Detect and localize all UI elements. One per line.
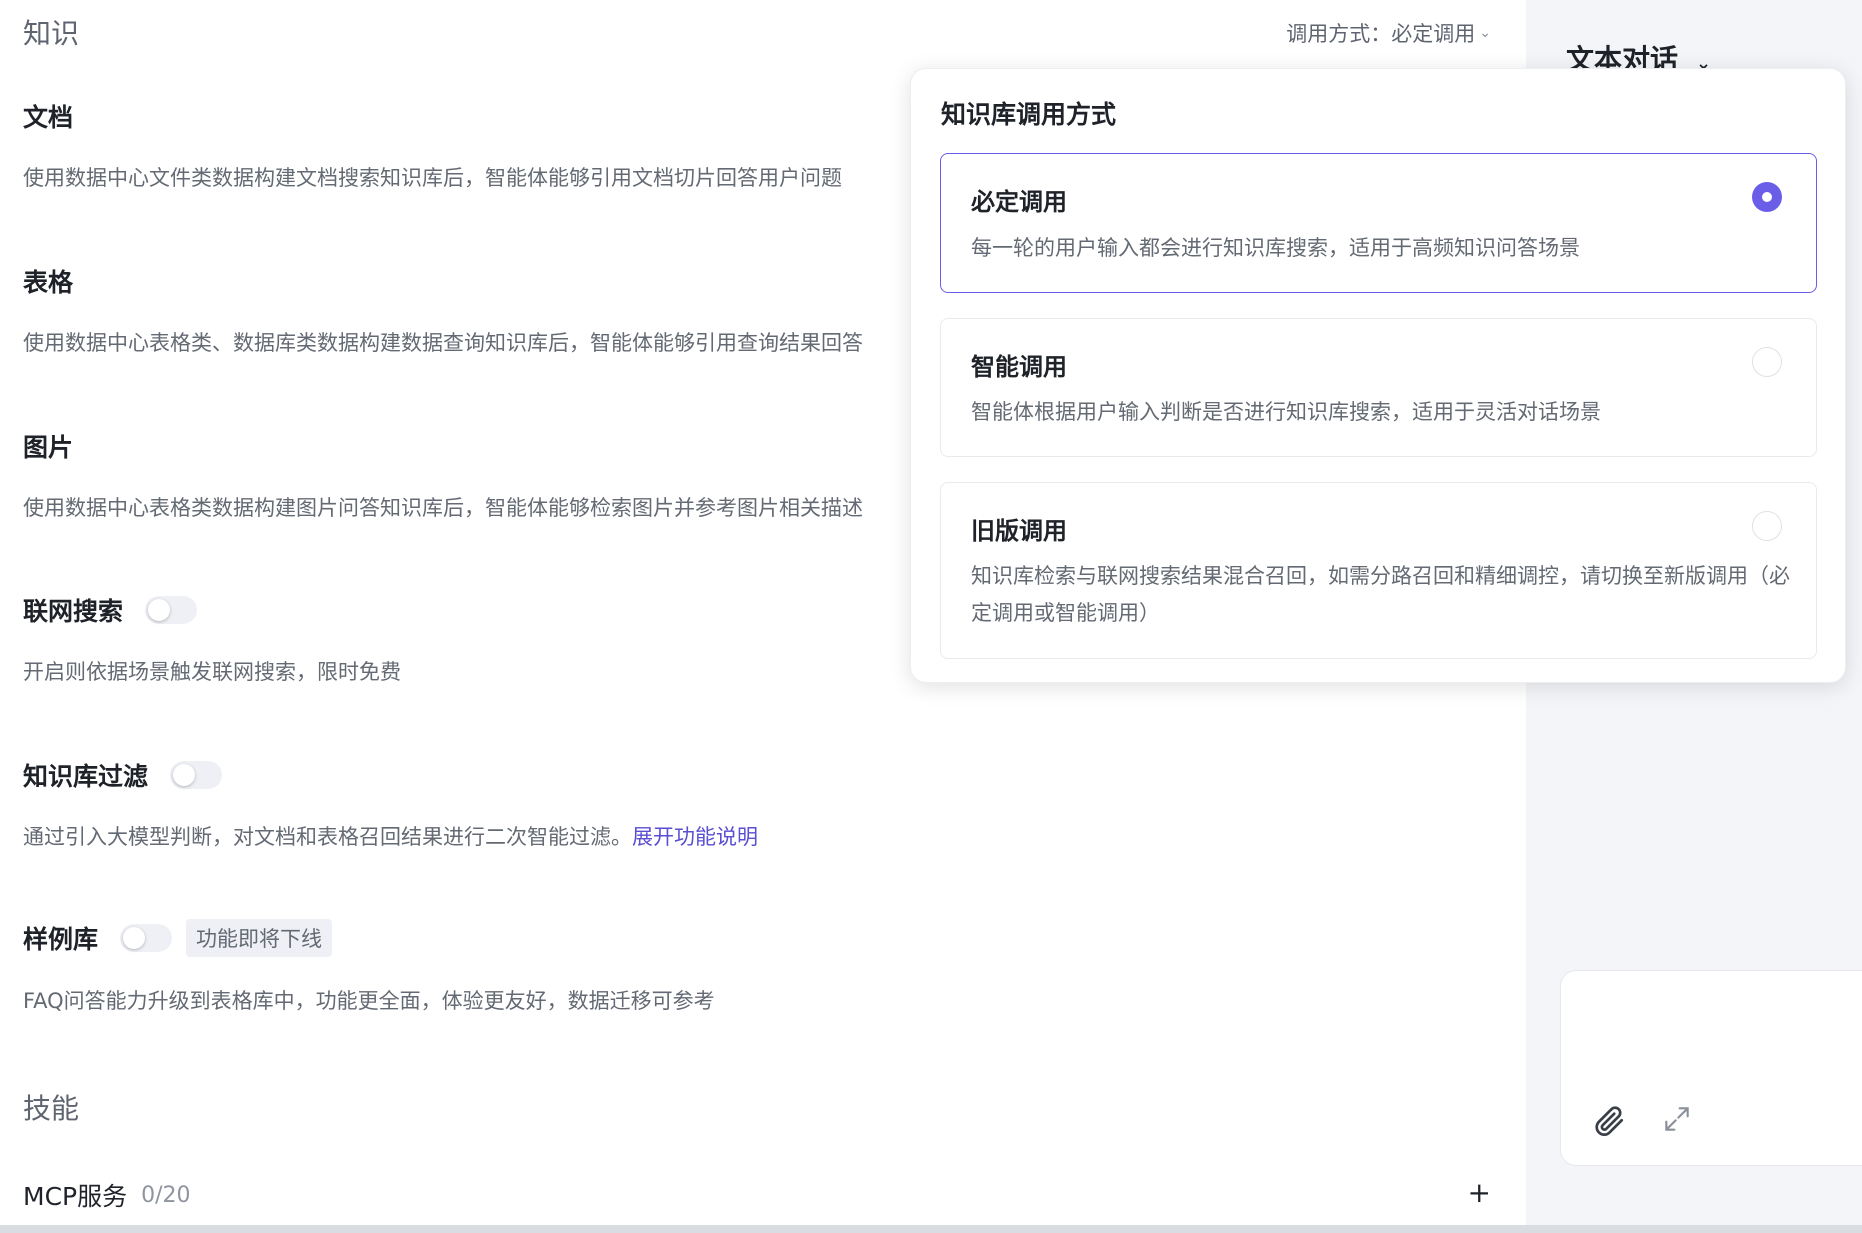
- kb-filter-toggle[interactable]: [170, 761, 223, 789]
- mcp-row: MCP服务 0/20: [23, 1177, 191, 1213]
- expand-explanation-link[interactable]: 展开功能说明: [632, 825, 758, 849]
- sample-lib-row: 样例库 功能即将下线: [23, 919, 333, 957]
- knowledge-section-title: 知识: [23, 17, 80, 50]
- sample-lib-toggle[interactable]: [120, 924, 173, 952]
- document-desc: 使用数据中心文件类数据构建文档搜索知识库后，智能体能够引用文档切片回答用户问题: [23, 166, 842, 190]
- option-smart[interactable]: 智能调用 智能体根据用户输入判断是否进行知识库搜索，适用于灵活对话场景: [940, 318, 1817, 457]
- option-desc: 智能体根据用户输入判断是否进行知识库搜索，适用于灵活对话场景: [971, 400, 1601, 424]
- web-search-toggle[interactable]: [145, 596, 198, 624]
- call-mode-selector[interactable]: 调用方式：必定调用 ⌄: [1286, 18, 1491, 48]
- chevron-down-icon: ⌄: [1479, 25, 1491, 41]
- document-title: 文档: [23, 103, 74, 132]
- kb-call-mode-popup: 知识库调用方式 必定调用 每一轮的用户输入都会进行知识库搜索，适用于高频知识问答…: [910, 68, 1846, 683]
- skills-section-title: 技能: [23, 1092, 80, 1125]
- kb-filter-desc-row: 通过引入大模型判断，对文档和表格召回结果进行二次智能过滤。展开功能说明: [23, 821, 758, 851]
- option-legacy[interactable]: 旧版调用 知识库检索与联网搜索结果混合召回，如需分路召回和精细调控，请切换至新版…: [940, 482, 1817, 659]
- radio-unselected[interactable]: [1752, 347, 1782, 377]
- app-root: 知识 调用方式：必定调用 ⌄ 文档 使用数据中心文件类数据构建文档搜索知识库后，…: [0, 0, 1862, 1233]
- option-required[interactable]: 必定调用 每一轮的用户输入都会进行知识库搜索，适用于高频知识问答场景: [940, 153, 1817, 293]
- image-desc: 使用数据中心表格类数据构建图片问答知识库后，智能体能够检索图片并参考图片相关描述: [23, 496, 863, 520]
- mcp-count: 0/20: [141, 1182, 191, 1208]
- sample-lib-title: 样例库: [23, 925, 99, 954]
- table-title: 表格: [23, 268, 74, 297]
- chat-input-box[interactable]: [1560, 970, 1862, 1166]
- table-desc: 使用数据中心表格类、数据库类数据构建数据查询知识库后，智能体能够引用查询结果回答: [23, 331, 863, 355]
- toggle-knob: [173, 764, 196, 786]
- option-title: 必定调用: [971, 188, 1067, 216]
- option-desc: 每一轮的用户输入都会进行知识库搜索，适用于高频知识问答场景: [971, 236, 1580, 260]
- web-search-title: 联网搜索: [23, 597, 124, 626]
- call-mode-label: 调用方式：必定调用: [1286, 22, 1476, 46]
- radio-unselected[interactable]: [1752, 511, 1782, 541]
- sample-lib-desc: FAQ问答能力升级到表格库中，功能更全面，体验更友好，数据迁移可参考: [23, 989, 715, 1013]
- deprecation-tag: 功能即将下线: [186, 919, 333, 957]
- popup-title: 知识库调用方式: [941, 100, 1117, 129]
- expand-icon[interactable]: [1661, 1103, 1693, 1135]
- kb-filter-title: 知识库过滤: [23, 762, 149, 791]
- paperclip-icon[interactable]: [1591, 1103, 1627, 1139]
- web-search-row: 联网搜索: [23, 592, 198, 628]
- radio-selected[interactable]: [1752, 182, 1782, 212]
- option-title: 旧版调用: [971, 517, 1067, 545]
- kb-filter-row: 知识库过滤: [23, 757, 223, 793]
- toggle-knob: [148, 599, 171, 621]
- option-title: 智能调用: [971, 353, 1067, 381]
- bottom-scrollbar[interactable]: [0, 1225, 1862, 1233]
- toggle-knob: [123, 927, 146, 949]
- mcp-title: MCP服务: [23, 1182, 128, 1211]
- web-search-desc: 开启则依据场景触发联网搜索，限时免费: [23, 660, 401, 684]
- kb-filter-desc: 通过引入大模型判断，对文档和表格召回结果进行二次智能过滤。: [23, 825, 632, 849]
- image-title: 图片: [23, 433, 74, 462]
- option-desc: 知识库检索与联网搜索结果混合召回，如需分路召回和精细调控，请切换至新版调用（必定…: [971, 564, 1790, 625]
- plus-icon[interactable]: +: [1468, 1176, 1491, 1209]
